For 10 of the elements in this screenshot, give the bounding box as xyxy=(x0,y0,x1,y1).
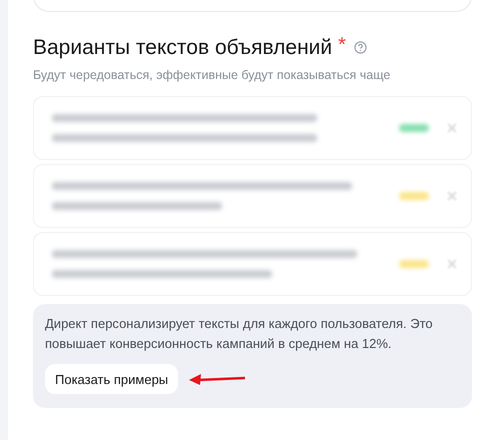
section-title: Варианты текстов объявлений xyxy=(33,35,332,61)
section-subtitle: Будут чередоваться, эффективные будут показываться чаще xyxy=(33,66,392,84)
help-icon[interactable] xyxy=(354,41,367,54)
info-text: Директ персонализирует тексты для каждого пользователя. Это повышает конверсионность кампаний в среднем на 12%. xyxy=(45,315,434,354)
close-icon[interactable] xyxy=(447,123,457,134)
close-icon[interactable] xyxy=(447,259,457,270)
close-icon[interactable] xyxy=(447,191,457,202)
required-mark: * xyxy=(338,32,346,58)
show-examples-button[interactable]: Показать примеры xyxy=(45,364,178,394)
arrow-icon xyxy=(188,372,246,386)
